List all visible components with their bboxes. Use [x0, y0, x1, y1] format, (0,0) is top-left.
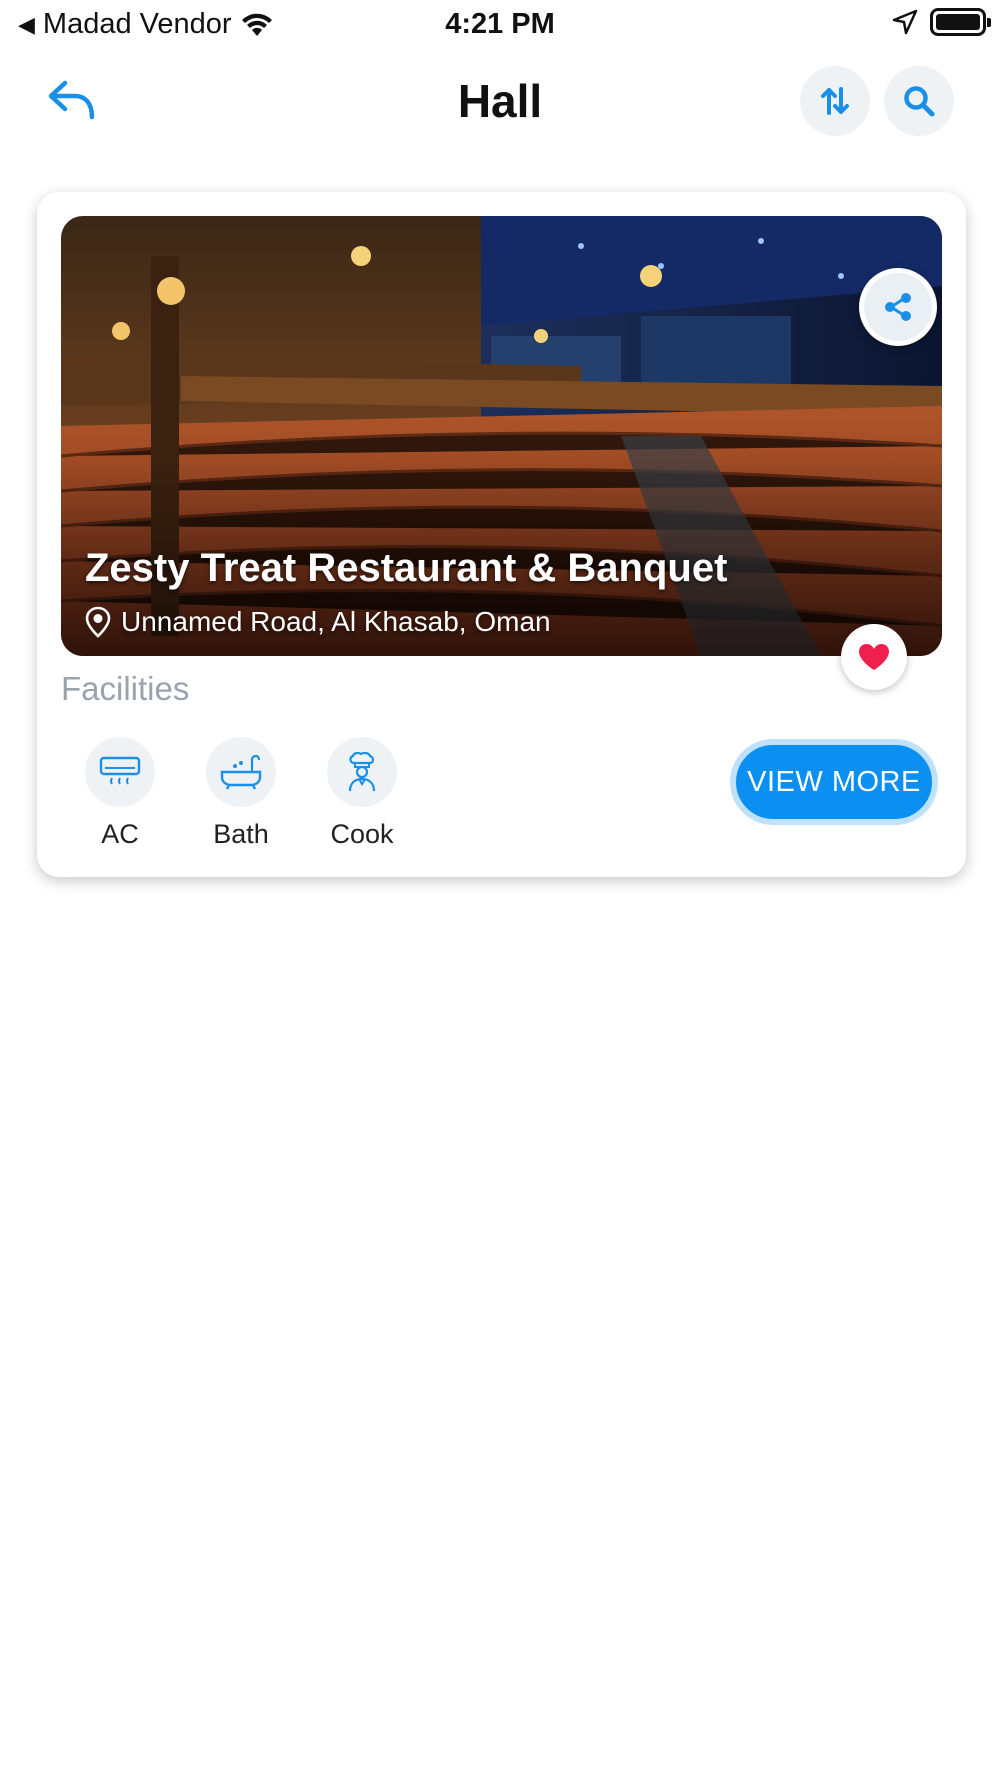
hall-screen: ◀ Madad Vendor 4:21 PM Hall Zesty Treat … [0, 0, 1000, 1778]
chef-icon [348, 751, 376, 792]
status-bar: ◀ Madad Vendor 4:21 PM [0, 0, 1000, 50]
location-arrow-icon [892, 9, 918, 35]
facility-cook: Cook [327, 737, 397, 850]
facility-bath: Bath [206, 737, 276, 850]
view-more-button[interactable]: VIEW MORE [730, 739, 938, 825]
status-right [892, 8, 991, 36]
sort-arrows-icon [821, 87, 849, 115]
venue-name: Zesty Treat Restaurant & Banquet [85, 546, 728, 590]
app-header: Hall [0, 64, 1000, 140]
listing-card[interactable]: Zesty Treat Restaurant & Banquet Unnamed… [37, 192, 966, 877]
venue-address-row: Unnamed Road, Al Khasab, Oman [85, 606, 551, 638]
battery-icon [930, 8, 991, 36]
facility-ac: AC [85, 737, 155, 850]
battery-tip [987, 18, 991, 27]
facility-cook-icon-wrap [327, 737, 397, 807]
sort-button[interactable] [800, 66, 870, 136]
facilities-title: Facilities [61, 670, 190, 707]
facility-bath-icon-wrap [206, 737, 276, 807]
share-icon [885, 293, 911, 321]
facility-cook-label: Cook [330, 819, 394, 849]
venue-image[interactable]: Zesty Treat Restaurant & Banquet Unnamed… [61, 216, 942, 656]
facilities-list: AC Bath Cook [85, 737, 397, 850]
share-button[interactable] [859, 268, 937, 346]
share-button-inner [864, 273, 932, 341]
facility-ac-label: AC [101, 819, 139, 849]
venue-address: Unnamed Road, Al Khasab, Oman [121, 606, 551, 637]
map-pin-icon [85, 606, 111, 638]
search-icon [904, 86, 935, 117]
favorite-button[interactable] [841, 624, 907, 690]
status-time: 4:21 PM [445, 8, 555, 40]
battery-level [936, 14, 980, 30]
heart-icon [859, 644, 889, 670]
facility-bath-label: Bath [213, 819, 269, 849]
air-conditioner-icon [99, 756, 141, 785]
bathtub-icon [220, 754, 262, 790]
facility-ac-icon-wrap [85, 737, 155, 807]
search-button[interactable] [884, 66, 954, 136]
